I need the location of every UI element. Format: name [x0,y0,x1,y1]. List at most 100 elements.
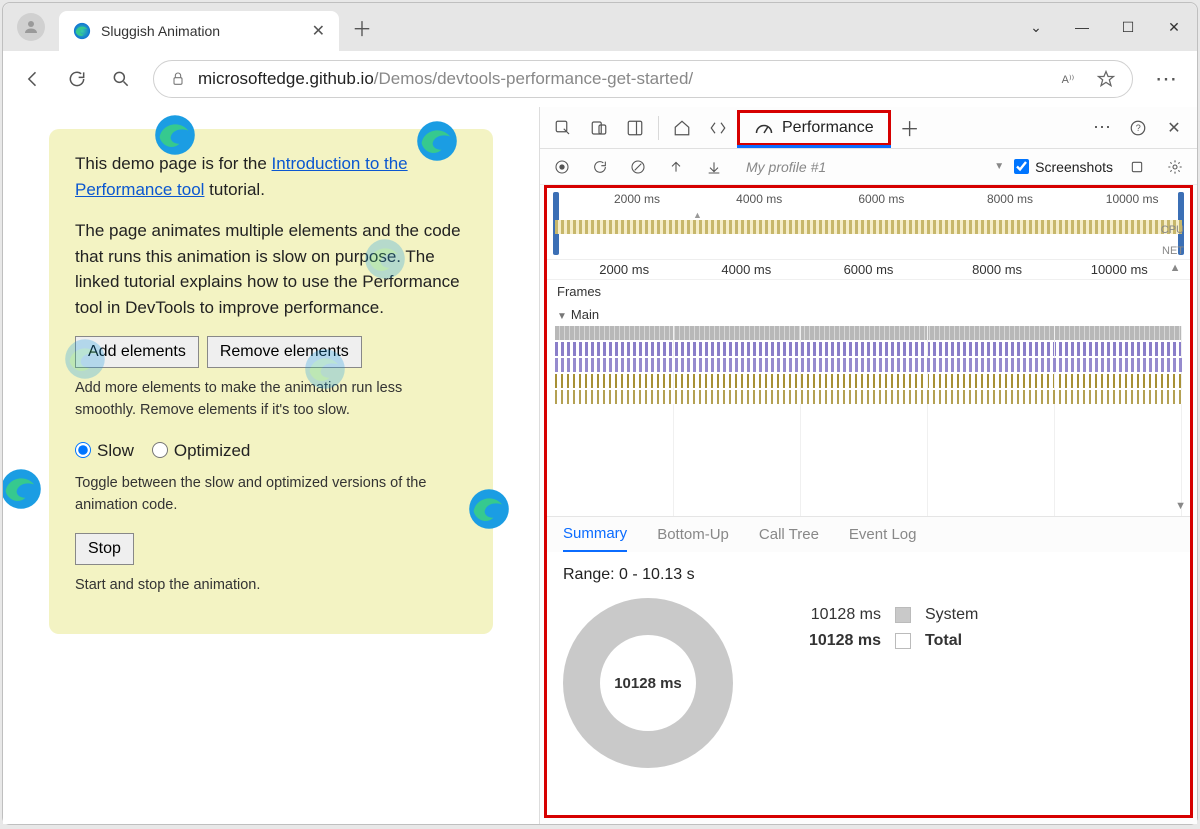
toolbar: microsoftedge.github.io/Demos/devtools-p… [3,51,1197,107]
inspect-icon[interactable] [546,111,580,145]
svg-text:?: ? [1136,123,1141,133]
edge-icon [153,113,197,157]
browser-window: Sluggish Animation ✕ ＋ ⌄ ― ☐ ✕ microsoft… [2,2,1198,825]
devtools-tab-strip: Performance ＋ ⋯ ? ✕ [540,107,1197,149]
profile-name[interactable]: My profile #1 [746,159,984,175]
body-paragraph: The page animates multiple elements and … [75,218,467,320]
address-bar[interactable]: microsoftedge.github.io/Demos/devtools-p… [153,60,1133,98]
mode-radio-group: Slow Optimized [75,438,467,464]
flame-ruler[interactable]: 2000 ms 4000 ms 6000 ms 8000 ms 10000 ms… [547,260,1190,280]
edge-icon [363,237,407,281]
edge-icon [415,119,459,163]
radio-optimized[interactable]: Optimized [152,438,251,464]
title-bar: Sluggish Animation ✕ ＋ ⌄ ― ☐ ✕ [3,3,1197,51]
stop-button[interactable]: Stop [75,533,134,565]
close-window-button[interactable]: ✕ [1151,7,1197,47]
main-row-label[interactable]: ▼Main [547,303,1190,326]
new-tab-button[interactable]: ＋ [345,10,379,44]
performance-recording-area: 2000 ms 4000 ms 6000 ms 8000 ms 10000 ms… [544,185,1193,818]
swatch-system [895,607,911,623]
url-text: microsoftedge.github.io/Demos/devtools-p… [198,69,693,89]
settings-gear-icon[interactable] [1161,153,1189,181]
intro-paragraph: This demo page is for the Introduction t… [75,151,467,202]
flame-bar [555,374,1182,388]
scroll-down-icon[interactable]: ▼ [1175,500,1186,512]
flame-bar [555,390,1182,404]
welcome-tab-icon[interactable] [665,111,699,145]
download-button[interactable] [700,153,728,181]
tab-summary[interactable]: Summary [563,517,627,552]
frames-row-label[interactable]: Frames [547,280,1190,303]
search-button[interactable] [101,59,141,99]
record-button[interactable] [548,153,576,181]
screenshots-checkbox[interactable]: Screenshots [1014,159,1113,175]
legend-row-system: 10128 ms System [793,606,978,624]
timeline-overview[interactable]: 2000 ms 4000 ms 6000 ms 8000 ms 10000 ms… [547,188,1190,260]
flame-bar [555,358,1182,372]
toggle-hint: Toggle between the slow and optimized ve… [75,473,467,517]
profile-avatar-icon[interactable] [17,13,45,41]
caret-down-icon[interactable]: ⌄ [1013,7,1059,47]
tab-event-log[interactable]: Event Log [849,518,917,551]
browser-tab[interactable]: Sluggish Animation ✕ [59,11,339,51]
more-tabs-button[interactable]: ＋ [893,111,927,145]
radio-slow[interactable]: Slow [75,438,134,464]
refresh-button[interactable] [57,59,97,99]
devtools-panel: Performance ＋ ⋯ ? ✕ My profile #1 ▼ Scre… [539,107,1197,824]
devtools-menu-icon[interactable]: ⋯ [1085,111,1119,145]
web-page: This demo page is for the Introduction t… [3,107,539,824]
flame-bar [555,342,1182,356]
svg-text:A⁾⁾: A⁾⁾ [1062,74,1075,86]
performance-toolbar: My profile #1 ▼ Screenshots [540,149,1197,185]
edge-icon [63,337,107,381]
overview-ruler: 2000 ms 4000 ms 6000 ms 8000 ms 10000 ms [547,192,1190,210]
range-text: Range: 0 - 10.13 s [563,566,1174,584]
summary-donut-chart: 10128 ms [563,598,733,768]
browser-menu-button[interactable]: ⋯ [1145,66,1187,92]
performance-icon [754,118,774,138]
reload-record-button[interactable] [586,153,614,181]
memory-icon[interactable] [1123,153,1151,181]
stop-hint: Start and stop the animation. [75,575,467,597]
edge-icon [303,347,347,391]
tab-bottom-up[interactable]: Bottom-Up [657,518,729,551]
tab-title: Sluggish Animation [101,23,302,39]
flame-bar [555,326,1182,340]
tab-call-tree[interactable]: Call Tree [759,518,819,551]
performance-tab-label: Performance [782,119,874,137]
swatch-total [895,633,911,649]
upload-button[interactable] [662,153,690,181]
favorite-icon[interactable] [1096,69,1116,89]
elements-tab-icon[interactable] [701,111,735,145]
performance-tab[interactable]: Performance [737,110,891,146]
legend-row-total: 10128 ms Total [793,632,978,650]
cpu-label: CPU [1161,224,1184,236]
cpu-overview-strip [555,220,1182,234]
net-label: NET [1162,245,1184,257]
clear-button[interactable] [624,153,652,181]
profile-dropdown-icon[interactable]: ▼ [994,161,1004,172]
lock-icon [170,71,186,87]
minimize-button[interactable]: ― [1059,7,1105,47]
maximize-button[interactable]: ☐ [1105,7,1151,47]
window-controls: ⌄ ― ☐ ✕ [1013,7,1197,47]
flame-chart[interactable]: ▼ [547,326,1190,516]
edge-icon [467,487,511,531]
tab-close-icon[interactable]: ✕ [312,21,325,41]
summary-panel: Range: 0 - 10.13 s 10128 ms 10128 ms Sys… [547,552,1190,815]
add-hint: Add more elements to make the animation … [75,378,467,422]
dock-icon[interactable] [618,111,652,145]
summary-legend: 10128 ms System 10128 ms Total [793,598,978,658]
details-tab-strip: Summary Bottom-Up Call Tree Event Log [547,516,1190,552]
back-button[interactable] [13,59,53,99]
demo-info-panel: This demo page is for the Introduction t… [49,129,493,634]
content-area: This demo page is for the Introduction t… [3,107,1197,824]
close-devtools-icon[interactable]: ✕ [1157,111,1191,145]
edge-icon [3,467,43,511]
edge-icon [73,22,91,40]
read-aloud-icon[interactable]: A⁾⁾ [1060,69,1080,89]
help-icon[interactable]: ? [1121,111,1155,145]
scroll-up-icon[interactable]: ▲ [1170,262,1181,274]
donut-center-value: 10128 ms [600,635,696,731]
device-toggle-icon[interactable] [582,111,616,145]
